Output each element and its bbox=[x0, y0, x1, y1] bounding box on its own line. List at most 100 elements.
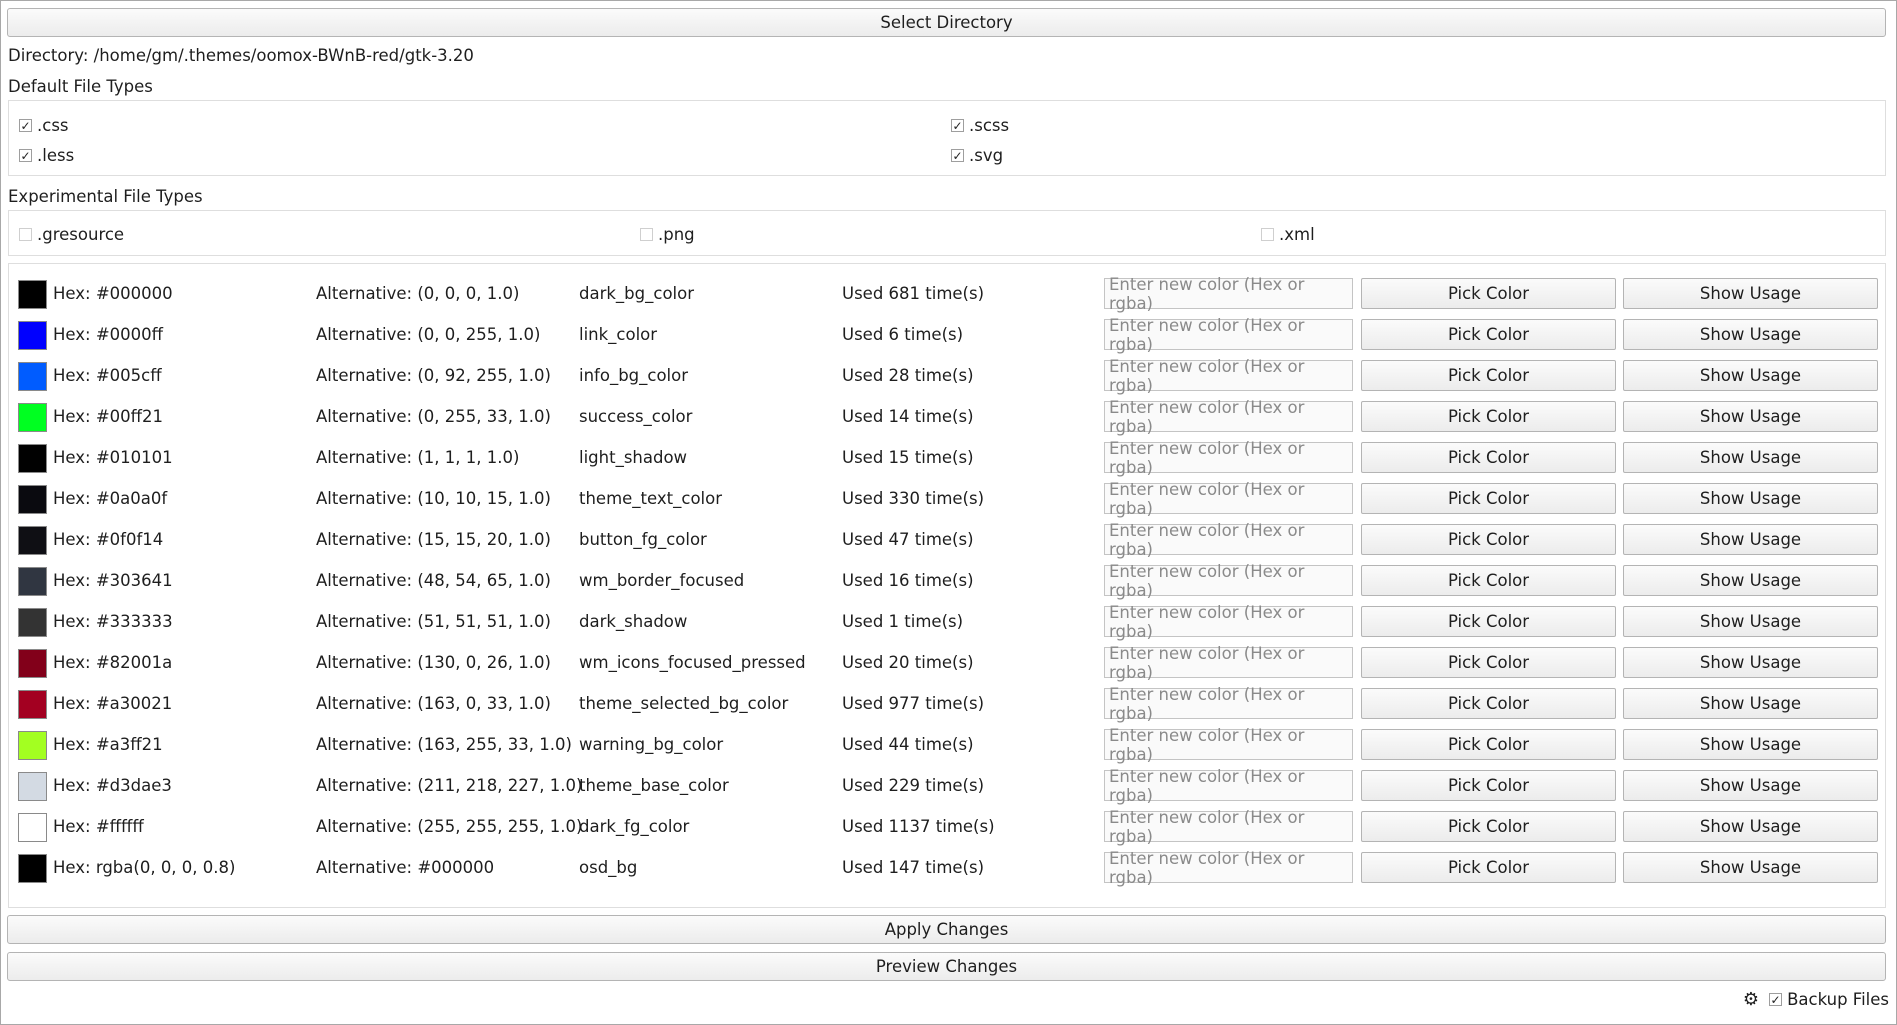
pick-color-button[interactable]: Pick Color bbox=[1361, 360, 1616, 391]
new-color-input[interactable]: Enter new color (Hex or rgba) bbox=[1104, 685, 1353, 723]
gear-icon[interactable]: ⚙ bbox=[1743, 990, 1759, 1009]
usage-count: Used 44 time(s) bbox=[842, 735, 974, 754]
color-row: Hex: #010101 Alternative: (1, 1, 1, 1.0) l… bbox=[9, 439, 1885, 477]
experimental-types-title: Experimental File Types bbox=[8, 187, 203, 206]
pick-color-button[interactable]: Pick Color bbox=[1361, 483, 1616, 514]
new-color-input[interactable]: Enter new color (Hex or rgba) bbox=[1104, 644, 1353, 682]
pick-color-button[interactable]: Pick Color bbox=[1361, 278, 1616, 309]
pick-color-button[interactable]: Pick Color bbox=[1361, 647, 1616, 678]
color-variable-name: dark_shadow bbox=[579, 612, 688, 631]
color-variable-name: wm_border_focused bbox=[579, 571, 745, 590]
new-color-input[interactable]: Enter new color (Hex or rgba) bbox=[1104, 767, 1353, 805]
usage-count: Used 1137 time(s) bbox=[842, 817, 995, 836]
new-color-input[interactable]: Enter new color (Hex or rgba) bbox=[1104, 357, 1353, 395]
pick-color-button[interactable]: Pick Color bbox=[1361, 688, 1616, 719]
apply-changes-button[interactable]: Apply Changes bbox=[7, 915, 1886, 944]
usage-count: Used 229 time(s) bbox=[842, 776, 985, 795]
show-usage-button[interactable]: Show Usage bbox=[1623, 483, 1878, 514]
pick-color-button[interactable]: Pick Color bbox=[1361, 401, 1616, 432]
pick-color-label: Pick Color bbox=[1447, 817, 1530, 836]
hex-value: Hex: #005cff bbox=[53, 366, 162, 385]
pick-color-button[interactable]: Pick Color bbox=[1361, 811, 1616, 842]
checkbox-css[interactable]: ✓ .css bbox=[19, 116, 69, 135]
alternative-value: Alternative: (51, 51, 51, 1.0) bbox=[316, 612, 551, 631]
new-color-input[interactable]: Enter new color (Hex or rgba) bbox=[1104, 849, 1353, 887]
pick-color-button[interactable]: Pick Color bbox=[1361, 319, 1616, 350]
pick-color-label: Pick Color bbox=[1447, 858, 1530, 877]
new-color-input[interactable]: Enter new color (Hex or rgba) bbox=[1104, 316, 1353, 354]
pick-color-label: Pick Color bbox=[1447, 366, 1530, 385]
checkbox-scss[interactable]: ✓ .scss bbox=[951, 116, 1009, 135]
color-variable-name: link_color bbox=[579, 325, 658, 344]
color-variable-name: dark_fg_color bbox=[579, 817, 690, 836]
usage-count: Used 28 time(s) bbox=[842, 366, 974, 385]
show-usage-button[interactable]: Show Usage bbox=[1623, 401, 1878, 432]
new-color-input[interactable]: Enter new color (Hex or rgba) bbox=[1104, 562, 1353, 600]
show-usage-button[interactable]: Show Usage bbox=[1623, 688, 1878, 719]
show-usage-button[interactable]: Show Usage bbox=[1623, 811, 1878, 842]
default-types-title: Default File Types bbox=[8, 77, 153, 96]
pick-color-button[interactable]: Pick Color bbox=[1361, 565, 1616, 596]
hex-value: Hex: #d3dae3 bbox=[53, 776, 172, 795]
pick-color-label: Pick Color bbox=[1447, 694, 1530, 713]
new-color-input[interactable]: Enter new color (Hex or rgba) bbox=[1104, 275, 1353, 313]
show-usage-button[interactable]: Show Usage bbox=[1623, 442, 1878, 473]
checkbox-png[interactable]: .png bbox=[640, 225, 695, 244]
show-usage-button[interactable]: Show Usage bbox=[1623, 360, 1878, 391]
color-row: Hex: #0000ff Alternative: (0, 0, 255, 1.0… bbox=[9, 316, 1885, 354]
show-usage-button[interactable]: Show Usage bbox=[1623, 770, 1878, 801]
alternative-value: Alternative: (211, 218, 227, 1.0) bbox=[316, 776, 583, 795]
check-icon: ✓ bbox=[951, 148, 964, 163]
color-row: Hex: #0a0a0f Alternative: (10, 10, 15, 1.… bbox=[9, 480, 1885, 518]
checkbox-less[interactable]: ✓ .less bbox=[19, 146, 74, 165]
show-usage-label: Show Usage bbox=[1699, 858, 1802, 877]
checkbox-xml[interactable]: .xml bbox=[1261, 225, 1315, 244]
show-usage-button[interactable]: Show Usage bbox=[1623, 278, 1878, 309]
alternative-value: Alternative: (255, 255, 255, 1.0) bbox=[316, 817, 583, 836]
show-usage-button[interactable]: Show Usage bbox=[1623, 319, 1878, 350]
pick-color-button[interactable]: Pick Color bbox=[1361, 524, 1616, 555]
new-color-input[interactable]: Enter new color (Hex or rgba) bbox=[1104, 398, 1353, 436]
pick-color-button[interactable]: Pick Color bbox=[1361, 442, 1616, 473]
usage-count: Used 147 time(s) bbox=[842, 858, 985, 877]
show-usage-button[interactable]: Show Usage bbox=[1623, 524, 1878, 555]
show-usage-button[interactable]: Show Usage bbox=[1623, 606, 1878, 637]
backup-files-checkbox[interactable]: ✓ Backup Files bbox=[1769, 990, 1889, 1009]
show-usage-button[interactable]: Show Usage bbox=[1623, 852, 1878, 883]
new-color-input[interactable]: Enter new color (Hex or rgba) bbox=[1104, 603, 1353, 641]
new-color-input[interactable]: Enter new color (Hex or rgba) bbox=[1104, 808, 1353, 846]
show-usage-button[interactable]: Show Usage bbox=[1623, 729, 1878, 760]
new-color-input[interactable]: Enter new color (Hex or rgba) bbox=[1104, 521, 1353, 559]
pick-color-label: Pick Color bbox=[1447, 776, 1530, 795]
show-usage-button[interactable]: Show Usage bbox=[1623, 647, 1878, 678]
pick-color-button[interactable]: Pick Color bbox=[1361, 606, 1616, 637]
show-usage-label: Show Usage bbox=[1699, 489, 1802, 508]
hex-value: Hex: #333333 bbox=[53, 612, 173, 631]
new-color-input[interactable]: Enter new color (Hex or rgba) bbox=[1104, 480, 1353, 518]
directory-path: Directory: /home/gm/.themes/oomox-BWnB-r… bbox=[8, 46, 474, 65]
checkbox-svg[interactable]: ✓ .svg bbox=[951, 146, 1003, 165]
new-color-input[interactable]: Enter new color (Hex or rgba) bbox=[1104, 726, 1353, 764]
pick-color-label: Pick Color bbox=[1447, 530, 1530, 549]
new-color-input[interactable]: Enter new color (Hex or rgba) bbox=[1104, 439, 1353, 477]
alternative-value: Alternative: (163, 0, 33, 1.0) bbox=[316, 694, 551, 713]
checkbox-gresource[interactable]: .gresource bbox=[19, 225, 124, 244]
checkbox-gresource-label: .gresource bbox=[37, 225, 125, 244]
alternative-value: Alternative: (10, 10, 15, 1.0) bbox=[316, 489, 551, 508]
pick-color-button[interactable]: Pick Color bbox=[1361, 852, 1616, 883]
color-variable-name: osd_bg bbox=[579, 858, 638, 877]
color-swatch bbox=[18, 444, 47, 473]
hex-value: Hex: #a3ff21 bbox=[53, 735, 163, 754]
usage-count: Used 977 time(s) bbox=[842, 694, 985, 713]
color-row: Hex: #333333 Alternative: (51, 51, 51, 1.… bbox=[9, 603, 1885, 641]
alternative-value: Alternative: #000000 bbox=[316, 858, 495, 877]
checkbox-less-label: .less bbox=[37, 146, 75, 165]
pick-color-button[interactable]: Pick Color bbox=[1361, 770, 1616, 801]
check-icon: ✓ bbox=[19, 118, 32, 133]
show-usage-button[interactable]: Show Usage bbox=[1623, 565, 1878, 596]
preview-changes-button[interactable]: Preview Changes bbox=[7, 952, 1886, 981]
usage-count: Used 681 time(s) bbox=[842, 284, 985, 303]
pick-color-button[interactable]: Pick Color bbox=[1361, 729, 1616, 760]
select-directory-button[interactable]: Select Directory bbox=[7, 8, 1886, 37]
color-swatch bbox=[18, 772, 47, 801]
